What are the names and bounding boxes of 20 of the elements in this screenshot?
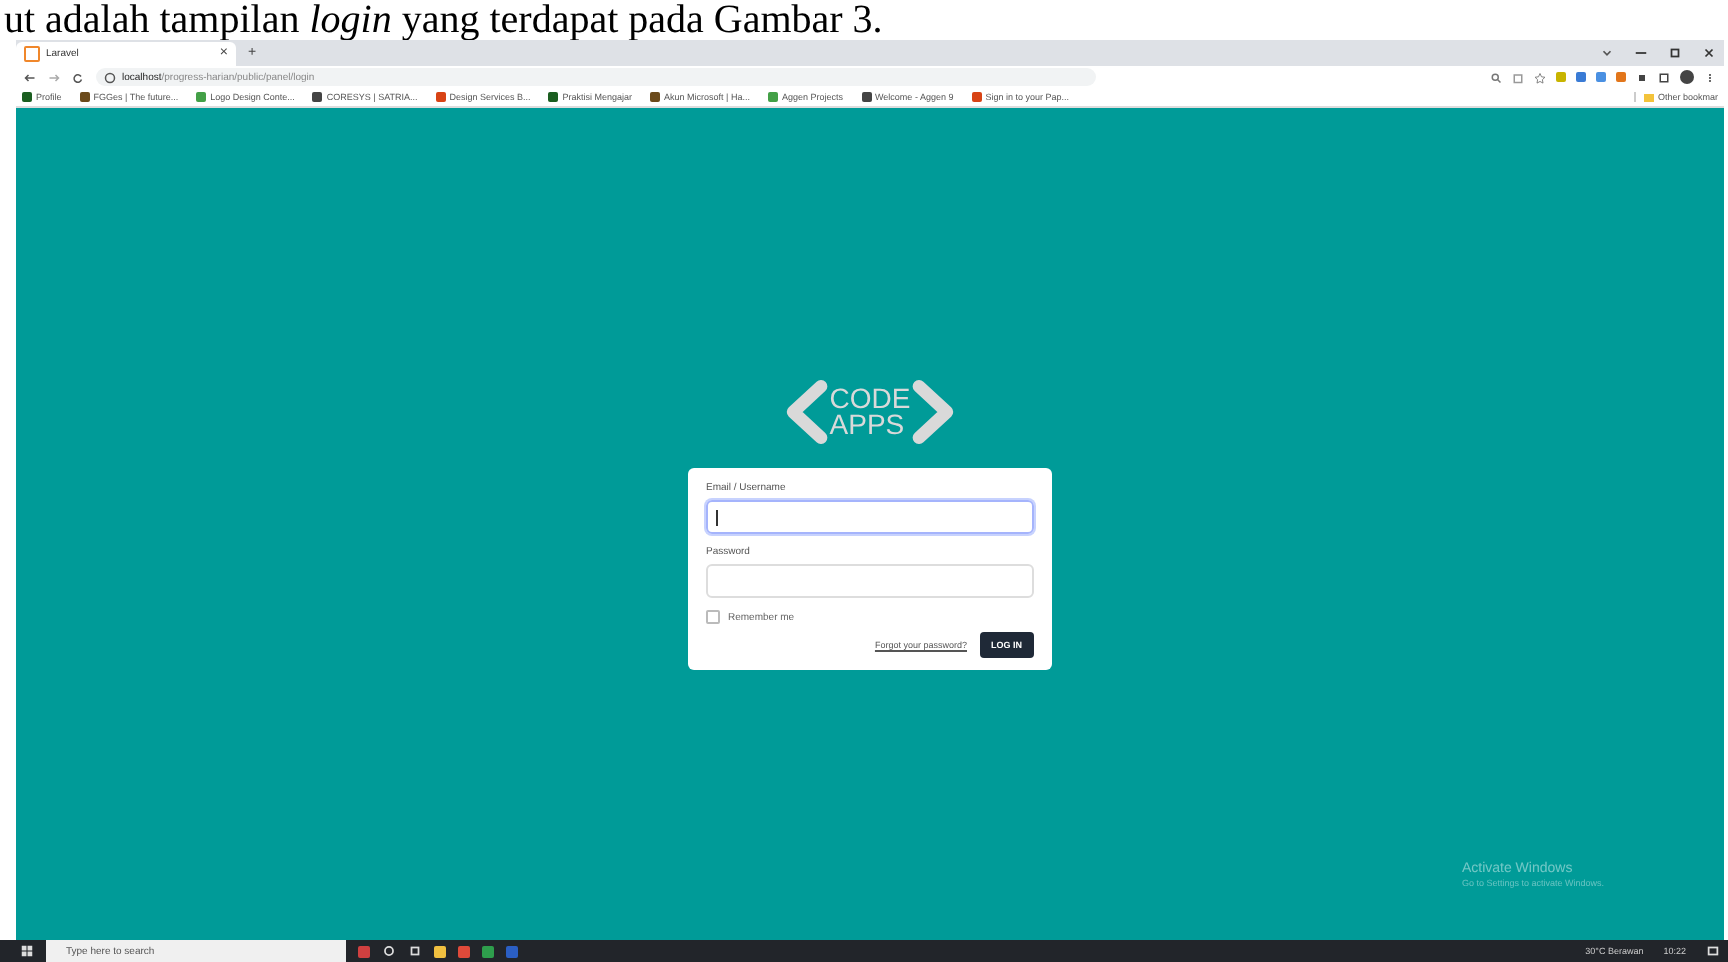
sidebar-icon[interactable] (1658, 71, 1670, 83)
app-icon[interactable] (358, 945, 370, 957)
email-field[interactable] (706, 500, 1034, 534)
info-icon (104, 71, 116, 83)
reload-icon[interactable] (72, 71, 84, 83)
task-view-icon[interactable] (408, 944, 422, 958)
logo: CODE APPS (783, 376, 957, 448)
restore-icon[interactable] (1668, 46, 1682, 60)
close-icon[interactable] (1702, 46, 1716, 60)
minimize-icon[interactable] (1634, 46, 1648, 60)
caption-text: ut adalah tampilan login yang terdapat pada Gambar 3. (4, 0, 883, 40)
profile-avatar[interactable] (1680, 70, 1694, 84)
notification-icon[interactable] (1706, 944, 1720, 958)
windows-start-icon[interactable] (20, 944, 34, 958)
checkbox[interactable] (706, 610, 720, 624)
back-arrow-icon[interactable] (24, 71, 36, 83)
star-icon[interactable] (1534, 71, 1546, 83)
app-icon[interactable] (482, 945, 494, 957)
chevron-down-icon[interactable] (1600, 46, 1614, 60)
password-field[interactable] (706, 564, 1034, 598)
